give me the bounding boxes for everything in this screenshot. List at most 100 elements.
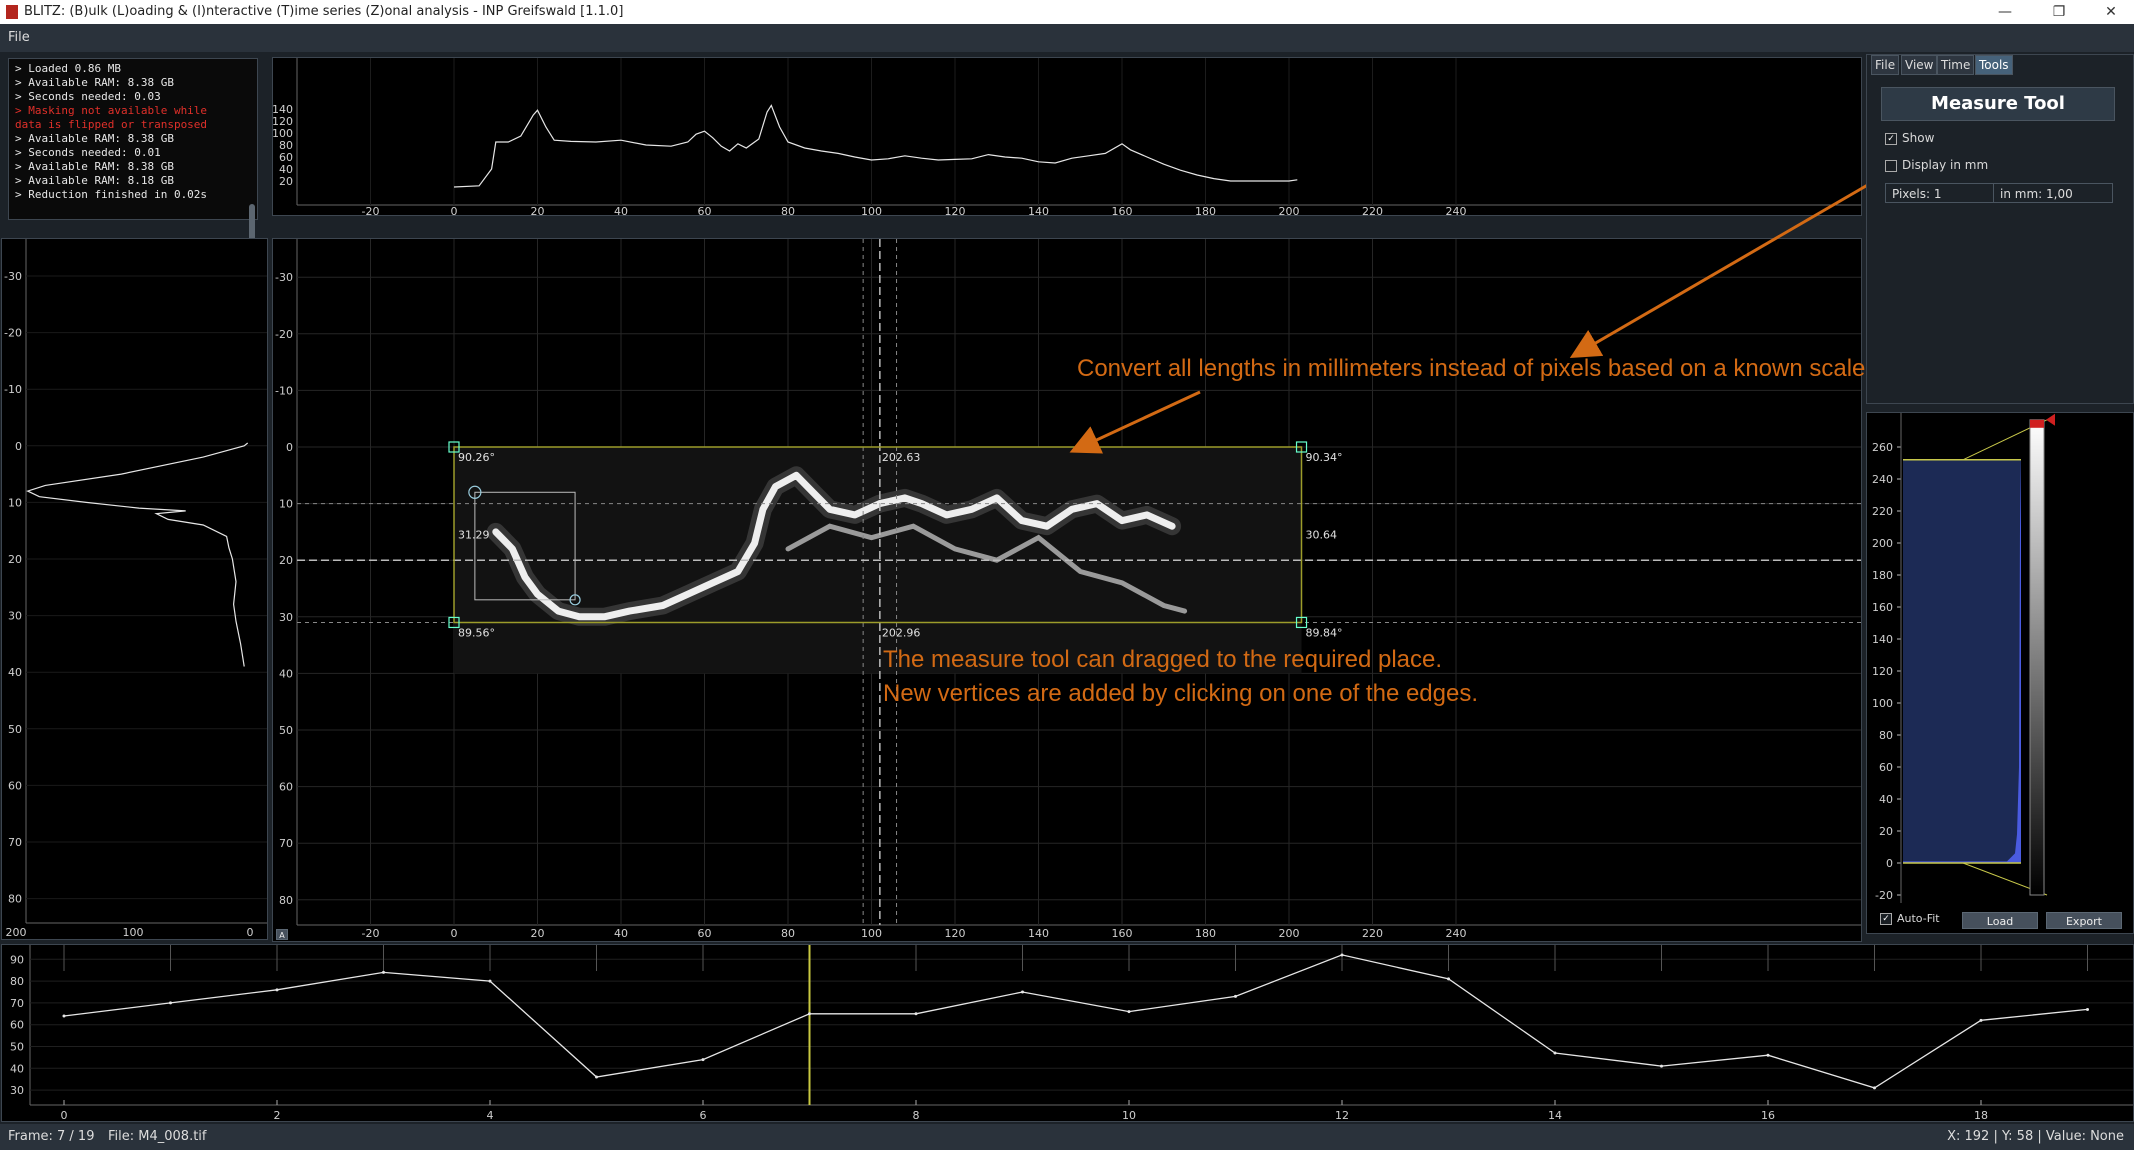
autofit-checkbox[interactable]: ✓ Auto-Fit: [1880, 912, 1940, 925]
load-button[interactable]: Load: [1962, 912, 2038, 929]
time-y-tick: 60: [10, 1019, 24, 1032]
menu-file[interactable]: File: [8, 24, 30, 52]
mm-spinbox[interactable]: in mm: 1,00: [1993, 183, 2113, 203]
left-y-tick: 0: [15, 440, 22, 453]
time-x-tick: 18: [1974, 1109, 1988, 1121]
left-y-tick: 60: [8, 779, 22, 792]
export-button[interactable]: Export: [2046, 912, 2122, 929]
left-y-tick: 40: [8, 666, 22, 679]
hist-y-tick: 140: [1872, 633, 1893, 646]
top-x-tick: 240: [1446, 205, 1467, 215]
top-x-tick: 80: [781, 205, 795, 215]
horizontal-profile-chart: -20 0 20 40 60 80 100 120 140 160 180 200 220 2401401…: [273, 58, 1861, 215]
main-y-tick: 50: [279, 724, 293, 737]
close-button[interactable]: ✕: [2088, 0, 2134, 24]
log-line: > Available RAM: 8.38 GB: [15, 132, 174, 145]
hist-y-tick: 100: [1872, 697, 1893, 710]
autofit-checkbox-box[interactable]: ✓: [1880, 913, 1892, 925]
image-canvas[interactable]: -20 0 20 40 60 80 100 120 140 160 180 200 220 240-30-…: [273, 239, 1861, 941]
main-x-tick: 40: [614, 927, 628, 940]
hist-y-tick: 160: [1872, 601, 1893, 614]
tab-view[interactable]: View: [1901, 55, 1938, 75]
timeline-point: [1234, 994, 1237, 998]
hist-y-tick: 220: [1872, 505, 1893, 518]
timeline-plot[interactable]: 90 80 70 60 50 40 30 0 2 4 6 8 10 12 14 16 18: [1, 944, 2134, 1122]
histogram-chart[interactable]: 260240220200180160140120100806040200-20: [1867, 413, 2133, 903]
lut-handle: [2046, 413, 2055, 426]
main-y-tick: 40: [279, 667, 293, 680]
timeline-point: [275, 988, 279, 992]
pixels-spinbox[interactable]: Pixels: 1: [1885, 183, 1995, 203]
main-y-tick: -10: [275, 384, 293, 397]
lut-bar: [2029, 419, 2045, 896]
time-x-tick: 8: [913, 1109, 920, 1121]
measure-length-bottom: 202.96: [882, 626, 921, 639]
vertical-profile-chart: -30 -20 -10 0 10 20 30 40 50 60 70 80 200 100 0: [4, 239, 267, 939]
maximize-button[interactable]: ❐: [2036, 0, 2082, 24]
left-y-tick: 80: [8, 893, 22, 906]
top-x-tick: 40: [614, 205, 628, 215]
annotation-drag-line1: The measure tool can dragged to the requ…: [883, 646, 1443, 673]
main-x-tick: 200: [1279, 927, 1300, 940]
top-x-tick: -20: [362, 205, 380, 215]
tab-tools[interactable]: Tools: [1975, 55, 2013, 75]
show-checkbox[interactable]: ✓ Show: [1885, 131, 1934, 145]
hist-y-tick: 200: [1872, 537, 1893, 550]
timeline-point: [1127, 1010, 1131, 1014]
left-y-tick: 20: [8, 553, 22, 566]
top-x-tick: 0: [451, 205, 458, 215]
main-x-tick: 120: [945, 927, 966, 940]
status-bar: Frame: 7 / 19 File: M4_008.tif X: 192 | …: [0, 1124, 2134, 1150]
timeline-point: [1766, 1053, 1770, 1057]
autorange-button[interactable]: A: [276, 929, 288, 940]
timeline-point: [914, 1012, 918, 1016]
image-view[interactable]: -20 0 20 40 60 80 100 120 140 160 180 200 220 240 -30-…: [272, 238, 1862, 942]
left-profile-line: [26, 442, 249, 667]
log-line: data is flipped or transposed: [15, 118, 208, 131]
time-y-tick: 30: [10, 1084, 24, 1097]
show-checkbox-label: Show: [1902, 131, 1935, 145]
left-x-tick: 0: [247, 926, 254, 939]
measure-length-left: 31.29: [458, 529, 490, 542]
left-y-tick: 50: [8, 723, 22, 736]
horizontal-profile-plot: -20 0 20 40 60 80 100 120 140 160 180 200 220 240 140 1…: [272, 57, 1862, 216]
display-mm-checkbox-box[interactable]: [1885, 159, 1897, 172]
log-line: > Reduction finished in 0.02s: [15, 188, 208, 201]
timeline-point: [808, 1012, 811, 1016]
measure-tool-header: Measure Tool: [1881, 87, 2115, 121]
timeline-point: [1340, 953, 1344, 957]
time-y-tick: 50: [10, 1041, 24, 1054]
display-mm-checkbox[interactable]: Display in mm: [1885, 158, 1988, 172]
minimize-button[interactable]: —: [1982, 0, 2028, 24]
hist-y-tick: 240: [1872, 473, 1893, 486]
left-x-tick: 100: [123, 926, 144, 939]
log-line: > Seconds needed: 0.03: [15, 90, 161, 103]
hist-y-tick: -20: [1875, 889, 1893, 902]
tools-tab-bar: File View Time Tools: [1871, 55, 2131, 75]
top-x-tick: 100: [861, 205, 882, 215]
tab-time[interactable]: Time: [1937, 55, 1975, 75]
top-x-tick: 60: [698, 205, 712, 215]
status-file: File: M4_008.tif: [108, 1129, 207, 1144]
show-checkbox-box[interactable]: ✓: [1885, 132, 1897, 145]
tab-file[interactable]: File: [1871, 55, 1900, 75]
time-y-tick: 40: [10, 1062, 24, 1075]
timeline-point: [1979, 1018, 1983, 1022]
top-y-tick: 20: [279, 175, 293, 188]
main-x-tick: 80: [781, 927, 795, 940]
time-x-tick: 6: [700, 1109, 707, 1121]
top-x-tick: 200: [1279, 205, 1300, 215]
time-x-tick: 16: [1761, 1109, 1775, 1121]
timeline-point: [2086, 1007, 2089, 1011]
log-line: > Available RAM: 8.18 GB: [15, 174, 174, 187]
main-y-tick: 10: [279, 498, 293, 511]
timeline-point: [1553, 1051, 1557, 1055]
menu-bar: File: [0, 24, 2134, 52]
time-x-tick: 2: [274, 1109, 281, 1121]
log-line: > Loaded 0.86 MB: [15, 62, 121, 75]
top-x-tick: 220: [1362, 205, 1383, 215]
log-line: > Available RAM: 8.38 GB: [15, 76, 174, 89]
top-x-tick: 120: [945, 205, 966, 215]
timeline-chart[interactable]: 90 80 70 60 50 40 30 0 2 4 6 8 10 12 14 16 18: [2, 945, 2133, 1121]
main-y-tick: 30: [279, 611, 293, 624]
